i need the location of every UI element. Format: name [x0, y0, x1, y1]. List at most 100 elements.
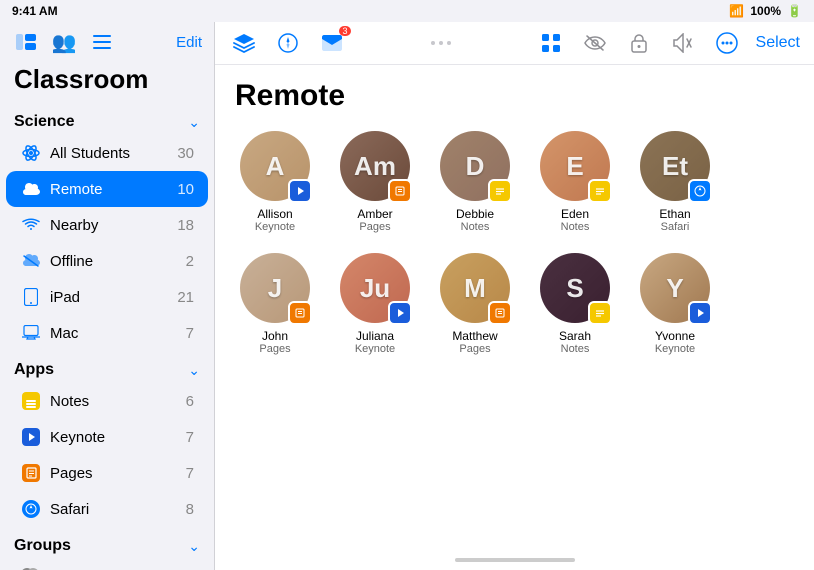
yvonne-app: Keynote: [655, 343, 695, 355]
home-indicator: [215, 550, 814, 570]
compass-icon[interactable]: [273, 28, 303, 58]
time-display: 9:41 AM: [12, 4, 58, 18]
status-indicators: 📶 100% 🔋: [729, 4, 802, 18]
pages-label: Pages: [50, 465, 186, 482]
offline-label: Offline: [50, 253, 186, 270]
eden-app: Notes: [561, 221, 590, 233]
menu-icon[interactable]: [88, 28, 116, 56]
mac-label: Mac: [50, 325, 186, 342]
juliana-avatar-wrapper: Ju: [340, 253, 410, 323]
lock-icon[interactable]: [624, 28, 654, 58]
apps-section-title: Apps: [14, 361, 54, 379]
student-card-matthew[interactable]: M Matthew Pages: [435, 253, 515, 355]
student-card-ethan[interactable]: Et Ethan Safari: [635, 131, 715, 233]
sidebar-header: 👥 Edit: [0, 22, 214, 60]
people-icon[interactable]: 👥: [50, 28, 78, 56]
content-header: Remote: [215, 65, 814, 121]
status-time: 9:41 AM: [12, 4, 58, 18]
sidebar-item-offline[interactable]: Offline 2: [6, 243, 208, 279]
sidebar-item-keynote[interactable]: Keynote 7: [6, 419, 208, 455]
sidebar-item-understands[interactable]: Understands 12: [6, 559, 208, 570]
safari-label: Safari: [50, 501, 186, 518]
eden-app-badge: [588, 179, 612, 203]
student-grid: A Allison Keynote Am: [215, 121, 814, 550]
sarah-avatar-wrapper: S: [540, 253, 610, 323]
inbox-icon[interactable]: 3: [317, 28, 347, 58]
yvonne-avatar-wrapper: Y: [640, 253, 710, 323]
mute-icon[interactable]: [668, 28, 698, 58]
notes-count: 6: [186, 393, 194, 410]
edit-button[interactable]: Edit: [176, 34, 202, 51]
grid-view-icon[interactable]: [536, 28, 566, 58]
amber-avatar-wrapper: Am: [340, 131, 410, 201]
student-card-john[interactable]: J John Pages: [235, 253, 315, 355]
allison-app-badge: [288, 179, 312, 203]
eden-avatar-wrapper: E: [540, 131, 610, 201]
cloud-icon: [20, 178, 42, 200]
sarah-name: Sarah: [559, 329, 591, 343]
matthew-app: Pages: [459, 343, 490, 355]
debbie-avatar-wrapper: D: [440, 131, 510, 201]
juliana-name: Juliana: [356, 329, 394, 343]
pages-count: 7: [186, 465, 194, 482]
sarah-app-badge: [588, 301, 612, 325]
student-card-eden[interactable]: E Eden Notes: [535, 131, 615, 233]
sidebar-item-mac[interactable]: Mac 7: [6, 315, 208, 351]
student-card-sarah[interactable]: S Sarah Notes: [535, 253, 615, 355]
sidebar-item-ipad[interactable]: iPad 21: [6, 279, 208, 315]
all-students-label: All Students: [50, 145, 177, 162]
student-card-allison[interactable]: A Allison Keynote: [235, 131, 315, 233]
sidebar-panel-icon[interactable]: [12, 28, 40, 56]
debbie-app: Notes: [461, 221, 490, 233]
student-card-juliana[interactable]: Ju Juliana Keynote: [335, 253, 415, 355]
debbie-name: Debbie: [456, 207, 494, 221]
safari-count: 8: [186, 501, 194, 518]
sidebar-item-notes[interactable]: Notes 6: [6, 383, 208, 419]
status-bar: 9:41 AM 📶 100% 🔋: [0, 0, 814, 22]
sidebar-item-remote[interactable]: Remote 10: [6, 171, 208, 207]
allison-name: Allison: [257, 207, 292, 221]
student-card-amber[interactable]: Am Amber Pages: [335, 131, 415, 233]
more-icon[interactable]: [712, 28, 742, 58]
apps-chevron-icon[interactable]: ⌄: [188, 362, 200, 379]
ipad-icon: [20, 286, 42, 308]
allison-app: Keynote: [255, 221, 295, 233]
matthew-name: Matthew: [452, 329, 497, 343]
content-title: Remote: [235, 79, 794, 113]
battery-label: 100%: [750, 4, 781, 18]
amber-app-badge: [388, 179, 412, 203]
ethan-app-badge: [688, 179, 712, 203]
student-card-debbie[interactable]: D Debbie Notes: [435, 131, 515, 233]
matthew-app-badge: [488, 301, 512, 325]
group-icon: [20, 566, 42, 570]
yvonne-name: Yvonne: [655, 329, 695, 343]
keynote-app-icon: [20, 426, 42, 448]
main-container: 👥 Edit Classroom Science ⌄: [0, 22, 814, 570]
nearby-count: 18: [177, 217, 194, 234]
content-area: 3: [215, 22, 814, 570]
sidebar-item-pages[interactable]: Pages 7: [6, 455, 208, 491]
science-section-header: Science ⌄: [0, 103, 214, 135]
juliana-app-badge: [388, 301, 412, 325]
student-card-yvonne[interactable]: Y Yvonne Keynote: [635, 253, 715, 355]
john-app: Pages: [259, 343, 290, 355]
debbie-app-badge: [488, 179, 512, 203]
john-app-badge: [288, 301, 312, 325]
amber-app: Pages: [359, 221, 390, 233]
home-bar: [455, 558, 575, 562]
remote-count: 10: [177, 181, 194, 198]
sidebar-item-safari[interactable]: Safari 8: [6, 491, 208, 527]
groups-section-header: Groups ⌄: [0, 527, 214, 559]
sidebar-item-all-students[interactable]: All Students 30: [6, 135, 208, 171]
eye-slash-icon[interactable]: [580, 28, 610, 58]
science-chevron-icon[interactable]: ⌄: [188, 114, 200, 131]
ipad-label: iPad: [50, 289, 177, 306]
remote-label: Remote: [50, 181, 177, 198]
layers-icon[interactable]: [229, 28, 259, 58]
select-button[interactable]: Select: [756, 34, 800, 52]
sidebar-item-nearby[interactable]: Nearby 18: [6, 207, 208, 243]
juliana-app: Keynote: [355, 343, 395, 355]
groups-chevron-icon[interactable]: ⌄: [188, 538, 200, 555]
toolbar-dots: [357, 41, 526, 45]
matthew-avatar-wrapper: M: [440, 253, 510, 323]
